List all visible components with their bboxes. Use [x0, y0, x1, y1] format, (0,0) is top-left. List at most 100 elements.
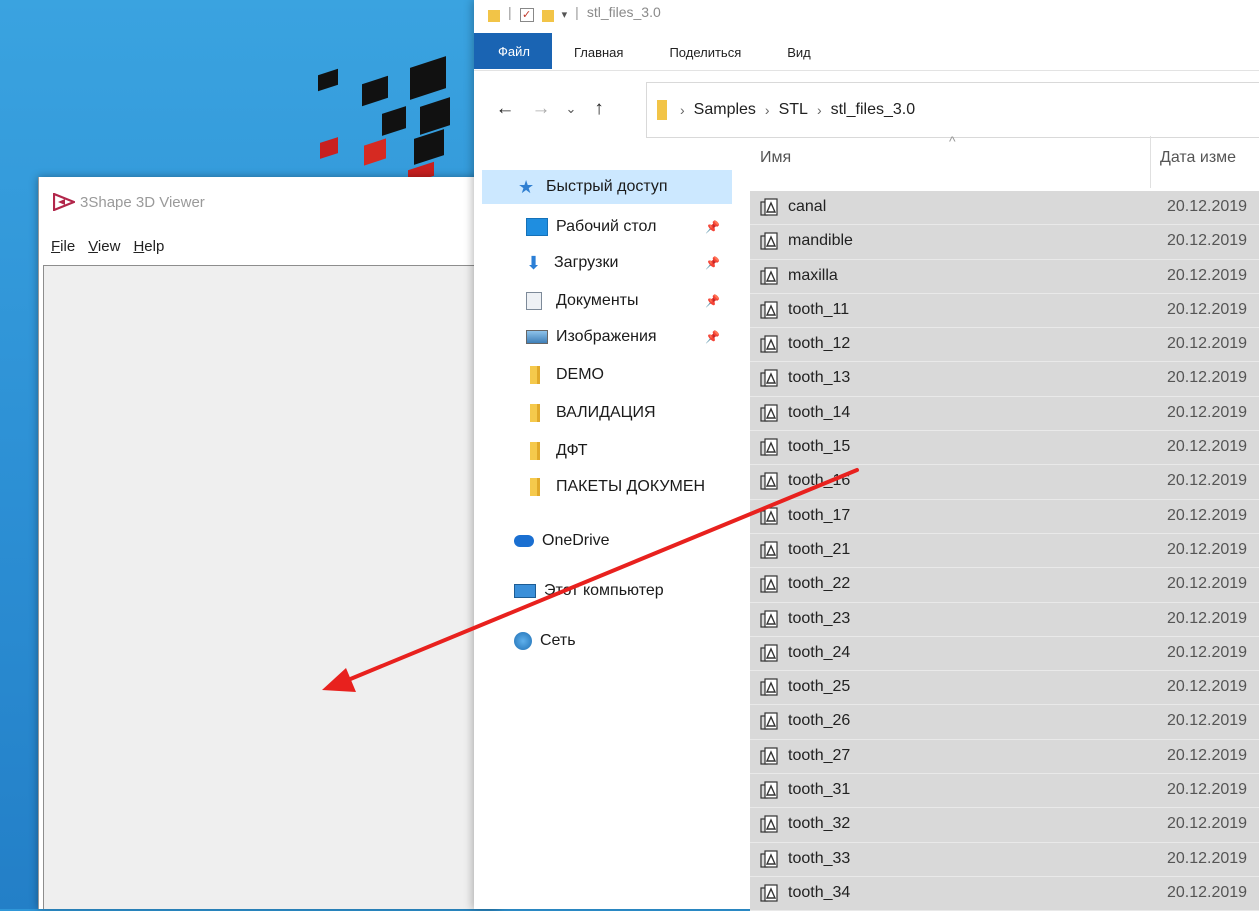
up-arrow-icon[interactable]: ↑: [586, 98, 612, 120]
file-row[interactable]: tooth_15 20.12.2019: [750, 431, 1259, 466]
stl-file-icon: [760, 644, 778, 662]
stl-file-icon: [760, 815, 778, 833]
file-name: tooth_25: [788, 678, 851, 696]
file-row[interactable]: tooth_34 20.12.2019: [750, 876, 1259, 911]
file-name: tooth_11: [788, 300, 850, 318]
nav-pictures[interactable]: Изображения 📌: [526, 320, 720, 354]
menu-file[interactable]: File: [51, 238, 75, 255]
nav-label: Сеть: [540, 632, 576, 649]
properties-check-icon[interactable]: ✓: [519, 8, 534, 22]
file-name: tooth_32: [788, 815, 851, 833]
pin-icon[interactable]: 📌: [705, 330, 720, 344]
file-date: 20.12.2019: [1167, 849, 1248, 867]
ribbon-tabs: Файл Главная Поделиться Вид: [474, 33, 1259, 71]
qat-dropdown-icon[interactable]: ▾: [562, 8, 568, 21]
pin-icon[interactable]: 📌: [705, 256, 720, 270]
file-row[interactable]: tooth_12 20.12.2019: [750, 328, 1259, 363]
toolbar-separator: |: [575, 4, 579, 20]
nav-downloads[interactable]: ⬇ Загрузки 📌: [526, 246, 720, 280]
stl-file-icon: [760, 781, 778, 799]
new-folder-icon[interactable]: [541, 10, 554, 22]
file-date: 20.12.2019: [1167, 232, 1248, 250]
back-arrow-icon[interactable]: ←: [492, 98, 518, 120]
file-row[interactable]: tooth_31 20.12.2019: [750, 774, 1259, 809]
file-row[interactable]: tooth_27 20.12.2019: [750, 739, 1259, 775]
file-date: 20.12.2019: [1167, 678, 1248, 696]
breadcrumb-item[interactable]: Samples: [694, 101, 756, 119]
pin-icon[interactable]: 📌: [705, 220, 720, 234]
file-row[interactable]: tooth_17 20.12.2019: [750, 499, 1259, 534]
file-row[interactable]: canal 20.12.2019: [750, 191, 1259, 226]
file-row[interactable]: tooth_11 20.12.2019: [750, 293, 1259, 329]
column-divider[interactable]: [1150, 136, 1151, 188]
nav-folder-dft[interactable]: ДФТ: [530, 434, 588, 468]
file-row[interactable]: tooth_25 20.12.2019: [750, 671, 1259, 706]
breadcrumb-item[interactable]: stl_files_3.0: [831, 101, 916, 119]
stl-file-icon: [760, 884, 778, 902]
document-icon: [526, 292, 542, 310]
file-row[interactable]: tooth_33 20.12.2019: [750, 842, 1259, 877]
pin-icon[interactable]: 📌: [705, 294, 720, 308]
file-name: canal: [788, 198, 827, 215]
folder-icon[interactable]: [488, 10, 500, 22]
file-row[interactable]: tooth_24 20.12.2019: [750, 636, 1259, 672]
file-name: tooth_23: [788, 609, 851, 627]
network-icon: [514, 632, 532, 650]
nav-folder-demo[interactable]: DEMO: [530, 358, 604, 392]
file-row[interactable]: tooth_32 20.12.2019: [750, 808, 1259, 843]
file-row[interactable]: tooth_26 20.12.2019: [750, 705, 1259, 740]
nav-label: Быстрый доступ: [546, 178, 668, 195]
menu-view[interactable]: View: [88, 238, 120, 255]
breadcrumb-item[interactable]: STL: [779, 101, 808, 119]
navigation-pane: ★ Быстрый доступ Рабочий стол 📌 ⬇ Загруз…: [474, 160, 750, 909]
nav-onedrive[interactable]: OneDrive: [514, 524, 610, 558]
3shape-logo-icon: [53, 193, 75, 211]
tab-view[interactable]: Вид: [765, 45, 835, 60]
toolbar-separator: |: [508, 4, 512, 20]
column-header-date[interactable]: Дата изме: [1160, 149, 1236, 167]
file-row[interactable]: tooth_23 20.12.2019: [750, 602, 1259, 637]
file-date: 20.12.2019: [1167, 300, 1248, 318]
nav-label: ДФТ: [556, 442, 588, 459]
file-row[interactable]: tooth_13 20.12.2019: [750, 362, 1259, 397]
stl-file-icon: [760, 404, 778, 422]
viewer-titlebar[interactable]: 3Shape 3D Viewer: [39, 177, 499, 227]
nav-desktop[interactable]: Рабочий стол 📌: [526, 210, 720, 244]
viewer-menubar: File View Help: [39, 227, 499, 265]
file-date: 20.12.2019: [1167, 403, 1248, 421]
folder-icon: [530, 404, 540, 422]
nav-label: DEMO: [556, 366, 604, 383]
menu-help[interactable]: Help: [133, 238, 164, 255]
tab-home[interactable]: Главная: [552, 45, 647, 60]
file-row[interactable]: tooth_21 20.12.2019: [750, 533, 1259, 569]
file-name: tooth_26: [788, 712, 851, 730]
nav-documents[interactable]: Документы 📌: [526, 284, 720, 318]
file-row[interactable]: maxilla 20.12.2019: [750, 259, 1259, 294]
file-row[interactable]: tooth_16 20.12.2019: [750, 465, 1259, 500]
star-icon: ★: [518, 177, 535, 197]
file-row[interactable]: tooth_22 20.12.2019: [750, 568, 1259, 603]
nav-folder-packages[interactable]: ПАКЕТЫ ДОКУМЕН: [530, 470, 720, 504]
file-date: 20.12.2019: [1167, 369, 1248, 387]
viewer-canvas[interactable]: [43, 265, 499, 909]
file-date: 20.12.2019: [1167, 540, 1248, 558]
nav-network[interactable]: Сеть: [514, 624, 576, 658]
stl-file-icon: [760, 747, 778, 765]
file-date: 20.12.2019: [1167, 266, 1248, 284]
nav-folder-validation[interactable]: ВАЛИДАЦИЯ: [530, 396, 656, 430]
folder-icon: [530, 366, 540, 384]
recent-locations-chevron-icon[interactable]: ⌄: [558, 101, 584, 117]
tab-share[interactable]: Поделиться: [647, 45, 765, 60]
stl-file-icon: [760, 575, 778, 593]
forward-arrow-icon[interactable]: →: [528, 98, 554, 120]
column-header-name[interactable]: Имя: [760, 149, 791, 167]
tab-file[interactable]: Файл: [474, 33, 552, 69]
file-row[interactable]: mandible 20.12.2019: [750, 225, 1259, 260]
stl-file-icon: [760, 301, 778, 319]
sort-ascending-caret-icon: ^: [949, 133, 956, 149]
address-bar[interactable]: › Samples › STL › stl_files_3.0: [646, 82, 1259, 138]
file-row[interactable]: tooth_14 20.12.2019: [750, 396, 1259, 432]
nav-this-pc[interactable]: Этот компьютер: [514, 574, 664, 608]
nav-quick-access[interactable]: ★ Быстрый доступ: [482, 170, 732, 204]
nav-label: Загрузки: [554, 254, 619, 271]
